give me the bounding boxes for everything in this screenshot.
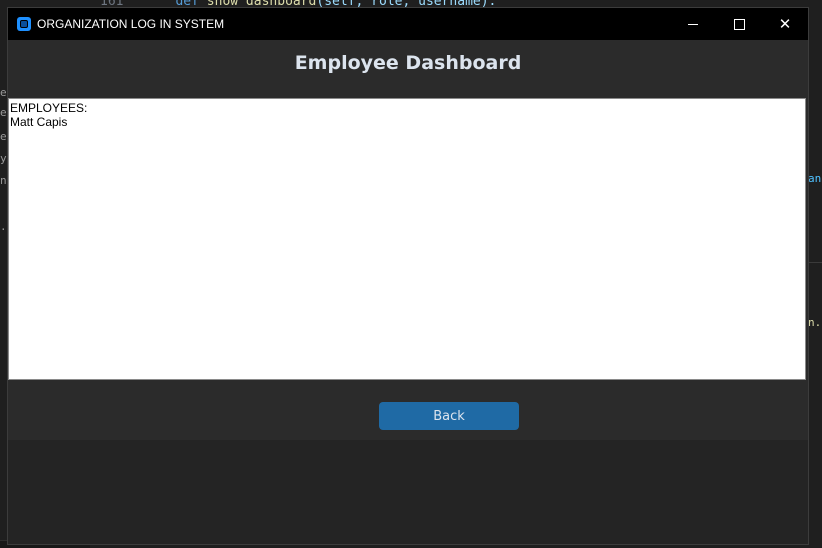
- employee-listbox[interactable]: EMPLOYEES: Matt Capis: [8, 98, 806, 380]
- minimize-icon: [688, 23, 698, 25]
- close-button[interactable]: ✕: [762, 8, 808, 40]
- back-button[interactable]: Back: [379, 402, 519, 430]
- title-bar[interactable]: ORGANIZATION LOG IN SYSTEM ✕: [8, 8, 808, 40]
- dashboard-panel: Employee Dashboard EMPLOYEES: Matt Capis…: [8, 40, 808, 440]
- maximize-icon: [733, 18, 745, 30]
- code-fragment-right: n.: [808, 316, 822, 329]
- minimize-button[interactable]: [670, 8, 716, 40]
- maximize-button[interactable]: [716, 8, 762, 40]
- close-icon: ✕: [778, 15, 792, 33]
- page-title: Employee Dashboard: [294, 52, 522, 74]
- app-icon: [17, 17, 31, 31]
- list-item[interactable]: EMPLOYEES:: [10, 101, 804, 115]
- window-title: ORGANIZATION LOG IN SYSTEM: [37, 17, 225, 31]
- window-lower-area: [8, 440, 808, 544]
- code-fragment-right: an: [808, 172, 822, 185]
- app-window: ORGANIZATION LOG IN SYSTEM ✕ Employee Da…: [8, 8, 808, 544]
- code-fragment-left: e: [0, 106, 7, 119]
- editor-divider: [808, 262, 822, 263]
- list-item[interactable]: Matt Capis: [10, 115, 804, 129]
